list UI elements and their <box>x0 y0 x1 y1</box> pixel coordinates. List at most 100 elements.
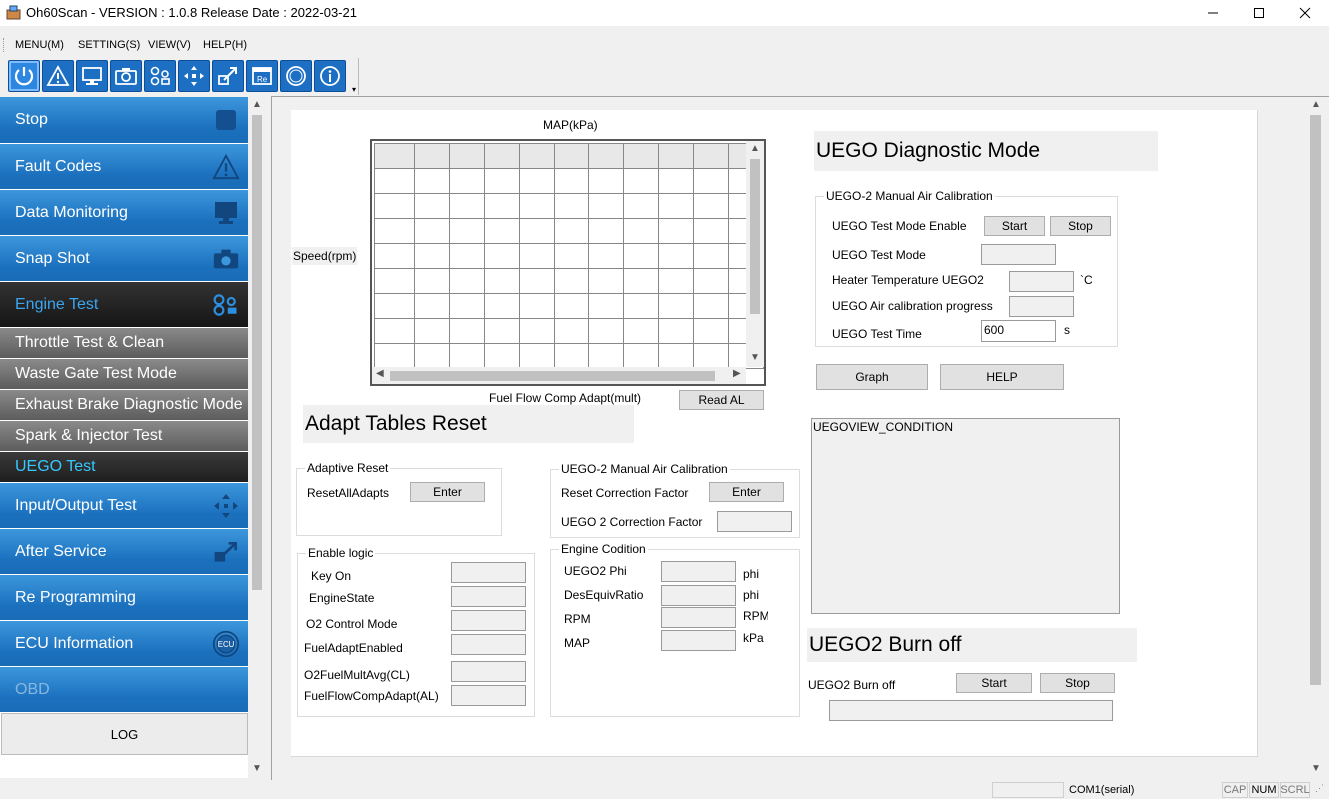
table-cell[interactable] <box>448 168 485 194</box>
table-cell[interactable] <box>448 318 485 344</box>
resize-grip-icon[interactable]: ⋰ <box>1315 783 1324 794</box>
read-al-button[interactable]: Read AL <box>679 390 764 410</box>
toolbar-monitor-button[interactable] <box>76 60 108 92</box>
reset-all-enter-button[interactable]: Enter <box>410 482 485 502</box>
table-cell[interactable] <box>483 318 520 344</box>
test-time-input[interactable]: 600 <box>981 320 1056 342</box>
toolbar-info-button[interactable] <box>314 60 346 92</box>
uego-condition-box[interactable]: UEGOVIEW_CONDITION <box>811 418 1120 614</box>
test-mode-stop-button[interactable]: Stop <box>1050 216 1111 236</box>
sidebar-item-ecu-information[interactable]: ECU Information ECU <box>0 621 248 666</box>
table-cell[interactable] <box>448 193 485 219</box>
sidebar-item-fault-codes[interactable]: Fault Codes <box>0 144 248 189</box>
table-cell[interactable] <box>588 343 625 369</box>
sidebar-subitem-exhaust-brake[interactable]: Exhaust Brake Diagnostic Mode <box>0 390 248 420</box>
table-cell[interactable] <box>623 193 660 219</box>
toolbar-reprogram-button[interactable]: Re <box>246 60 278 92</box>
table-cell[interactable] <box>413 268 450 294</box>
table-cell[interactable] <box>658 243 695 269</box>
table-cell[interactable] <box>518 268 555 294</box>
scroll-left-icon[interactable]: ◀ <box>376 368 384 379</box>
table-cell[interactable] <box>588 143 625 169</box>
toolbar-power-button[interactable] <box>8 60 40 92</box>
table-cell[interactable] <box>483 168 520 194</box>
table-cell[interactable] <box>623 318 660 344</box>
table-cell[interactable] <box>588 218 625 244</box>
table-cell[interactable] <box>413 168 450 194</box>
reset-correction-enter-button[interactable]: Enter <box>709 482 784 502</box>
sidebar-item-io-test[interactable]: Input/Output Test <box>0 483 248 528</box>
table-cell[interactable] <box>658 293 695 319</box>
menu-help[interactable]: HELP(H) <box>203 39 247 51</box>
table-cell[interactable] <box>448 293 485 319</box>
adapt-table[interactable] <box>374 143 764 369</box>
scroll-right-icon[interactable]: ▶ <box>733 368 741 379</box>
sidebar-item-snap-shot[interactable]: Snap Shot <box>0 236 248 281</box>
toolbar-io-button[interactable] <box>178 60 210 92</box>
table-cell[interactable] <box>623 168 660 194</box>
table-cell[interactable] <box>658 268 695 294</box>
table-cell[interactable] <box>553 143 590 169</box>
table-cell[interactable] <box>413 193 450 219</box>
table-cell[interactable] <box>553 218 590 244</box>
menu-view[interactable]: VIEW(V) <box>148 39 191 51</box>
toolbar-fault-button[interactable] <box>42 60 74 92</box>
table-cell[interactable] <box>623 218 660 244</box>
grid-vertical-scrollbar[interactable]: ▲ ▼ <box>746 141 764 367</box>
table-cell[interactable] <box>518 243 555 269</box>
burn-off-start-button[interactable]: Start <box>956 673 1032 693</box>
table-cell[interactable] <box>448 218 485 244</box>
main-scrollbar[interactable]: ▲ ▼ <box>1307 97 1324 778</box>
table-cell[interactable] <box>588 318 625 344</box>
table-cell[interactable] <box>658 218 695 244</box>
table-cell[interactable] <box>483 343 520 369</box>
toolbar-overflow[interactable]: ▾ <box>352 85 356 94</box>
table-cell[interactable] <box>553 343 590 369</box>
table-cell[interactable] <box>553 193 590 219</box>
menu-setting[interactable]: SETTING(S) <box>78 39 140 51</box>
table-cell[interactable] <box>588 168 625 194</box>
table-cell[interactable] <box>518 193 555 219</box>
table-cell[interactable] <box>623 293 660 319</box>
table-cell[interactable] <box>658 193 695 219</box>
sidebar-subitem-spark-injector[interactable]: Spark & Injector Test <box>0 421 248 451</box>
scroll-up-icon[interactable]: ▲ <box>1311 99 1321 110</box>
grid-hscroll-thumb[interactable] <box>390 371 715 381</box>
table-cell[interactable] <box>413 318 450 344</box>
table-cell[interactable] <box>448 143 485 169</box>
table-cell[interactable] <box>374 343 415 369</box>
table-cell[interactable] <box>413 293 450 319</box>
grid-horizontal-scrollbar[interactable]: ◀ ▶ <box>372 367 746 384</box>
scroll-down-icon[interactable]: ▼ <box>750 352 760 363</box>
table-cell[interactable] <box>413 343 450 369</box>
table-cell[interactable] <box>374 218 415 244</box>
table-cell[interactable] <box>693 218 730 244</box>
table-cell[interactable] <box>483 193 520 219</box>
table-cell[interactable] <box>448 243 485 269</box>
table-cell[interactable] <box>623 143 660 169</box>
maximize-button[interactable] <box>1236 0 1282 26</box>
sidebar-scrollbar[interactable]: ▲ ▼ <box>248 97 266 778</box>
table-cell[interactable] <box>448 268 485 294</box>
table-cell[interactable] <box>693 293 730 319</box>
sidebar-scroll-thumb[interactable] <box>252 115 262 590</box>
table-cell[interactable] <box>413 218 450 244</box>
table-cell[interactable] <box>693 168 730 194</box>
table-cell[interactable] <box>588 293 625 319</box>
sidebar-item-stop[interactable]: Stop <box>0 97 248 143</box>
graph-button[interactable]: Graph <box>816 364 928 390</box>
toolbar-snapshot-button[interactable] <box>110 60 142 92</box>
scroll-up-icon[interactable]: ▲ <box>750 143 760 154</box>
table-cell[interactable] <box>658 143 695 169</box>
minimize-button[interactable] <box>1190 0 1236 26</box>
scroll-down-icon[interactable]: ▼ <box>1311 763 1321 774</box>
toolbar-ecu-button[interactable] <box>280 60 312 92</box>
sidebar-subitem-uego-test[interactable]: UEGO Test <box>0 452 248 482</box>
table-cell[interactable] <box>693 268 730 294</box>
toolbar-service-button[interactable] <box>212 60 244 92</box>
table-cell[interactable] <box>693 143 730 169</box>
table-cell[interactable] <box>483 218 520 244</box>
adapt-table-grid[interactable]: ▲ ▼ ◀ ▶ <box>370 139 766 386</box>
table-cell[interactable] <box>374 268 415 294</box>
table-cell[interactable] <box>658 168 695 194</box>
